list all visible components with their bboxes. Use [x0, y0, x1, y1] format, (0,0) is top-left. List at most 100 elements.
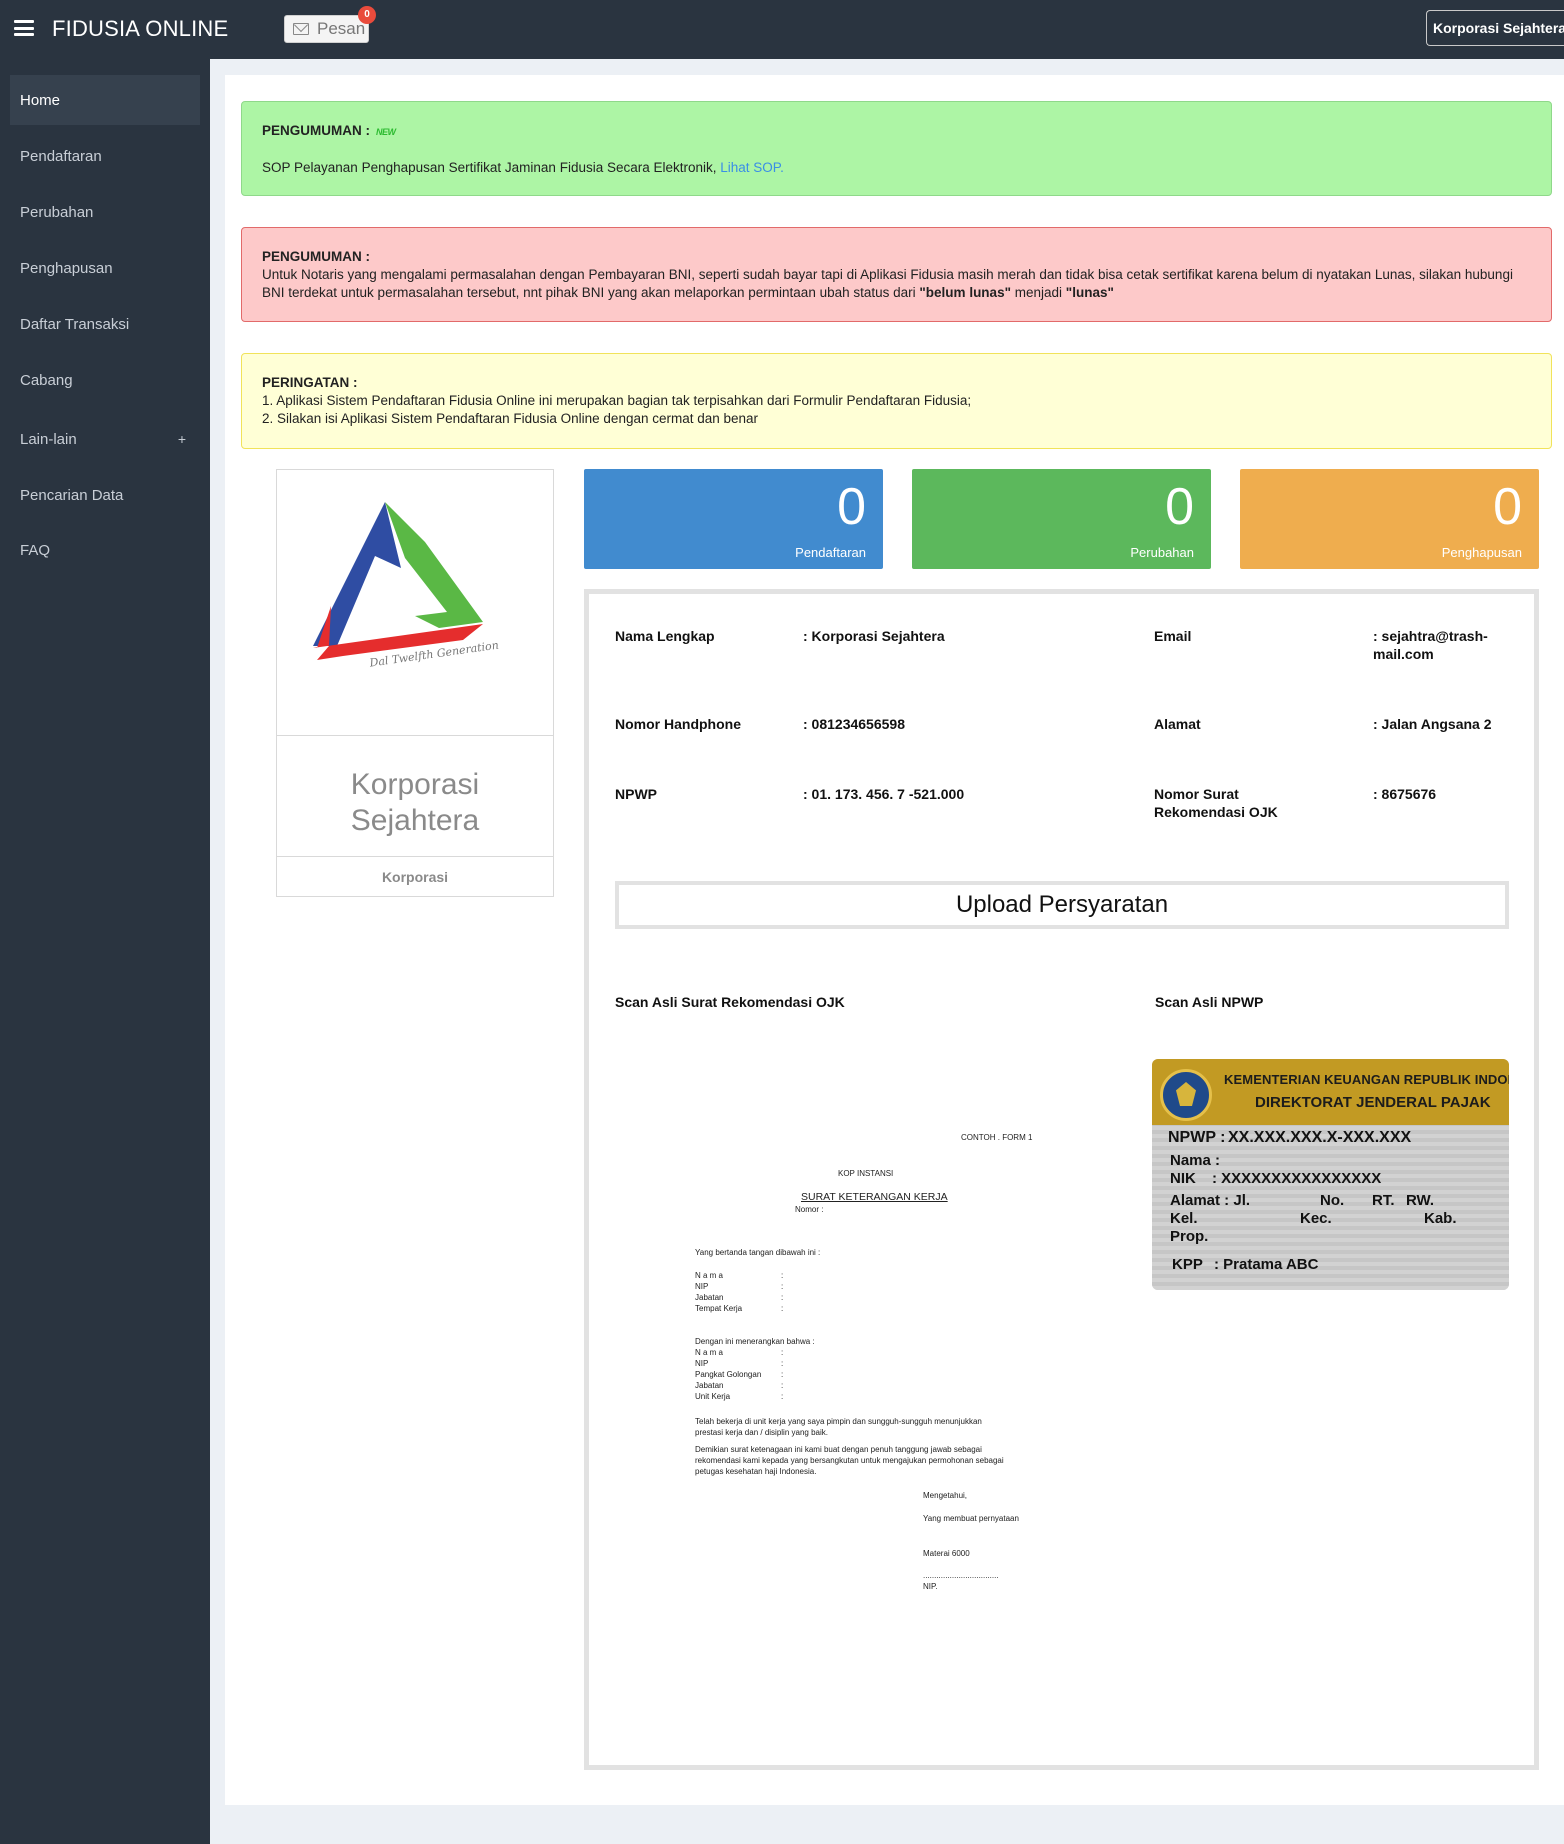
warning-line-2: 2. Silakan isi Aplikasi Sistem Pendaftar…	[262, 411, 759, 426]
announcement-text: SOP Pelayanan Penghapusan Sertifikat Jam…	[262, 160, 717, 175]
sidebar-item-daftar-transaksi[interactable]: Daftar Transaksi	[10, 299, 200, 349]
sidebar-item-pendaftaran[interactable]: Pendaftaran	[10, 131, 200, 181]
npwp-card-kec: Kec.	[1300, 1210, 1332, 1227]
doc-paragraph: prestasi kerja dan / disiplin yang baik.	[695, 1428, 828, 1437]
ojk-label: Nomor Surat Rekomendasi OJK	[1154, 785, 1278, 821]
doc-colon: :	[781, 1293, 784, 1302]
hamburger-menu-icon[interactable]	[14, 20, 34, 36]
doc-field: NIP	[695, 1359, 709, 1368]
npwp-card-kpp: : Pratama ABC	[1214, 1256, 1319, 1273]
warning-heading: PERINGATAN :	[262, 375, 358, 390]
doc-colon: :	[781, 1348, 784, 1357]
npwp-card-nik: : XXXXXXXXXXXXXXXX	[1212, 1170, 1382, 1187]
npwp-card-rw: RW.	[1406, 1192, 1435, 1209]
doc-signature: Materai 6000	[923, 1549, 970, 1558]
app-title[interactable]: FIDUSIA ONLINE	[52, 16, 228, 42]
new-badge-icon: NEW	[376, 127, 396, 137]
doc-colon: :	[781, 1359, 784, 1368]
pesan-badge: 0	[358, 6, 376, 24]
nama-label: Nama Lengkap	[615, 628, 715, 644]
doc-field: Pangkat Golongan	[695, 1370, 762, 1379]
pesan-button[interactable]: Pesan	[284, 15, 369, 43]
sidebar-item-label: Cabang	[20, 371, 73, 389]
doc-field: N a m a	[695, 1271, 724, 1280]
npwp-card-prop: Prop.	[1170, 1228, 1209, 1245]
announcement-sop: PENGUMUMAN : NEW SOP Pelayanan Penghapusa…	[241, 101, 1552, 196]
stat-value: 0	[1165, 478, 1194, 536]
scan-npwp-card[interactable]: KEMENTERIAN KEUANGAN REPUBLIK INDONESIA …	[1152, 1059, 1509, 1290]
stat-penghapusan[interactable]: 0 Penghapusan	[1240, 469, 1539, 569]
announcement-bold-text: "belum lunas"	[919, 285, 1011, 300]
profile-name: Korporasi Sejahtera	[277, 737, 553, 857]
sidebar-item-lain-lain[interactable]: Lain-lain +	[10, 414, 200, 464]
sidebar-item-pencarian-data[interactable]: Pencarian Data	[10, 470, 200, 520]
doc-signature: Yang membuat pernyataan	[923, 1514, 1019, 1523]
announcement-body: Untuk Notaris yang mengalami permasalaha…	[262, 266, 1531, 302]
announcement-text: menjadi	[1014, 285, 1063, 300]
email-value-line: mail.com	[1373, 646, 1434, 662]
npwp-card-header: KEMENTERIAN KEUANGAN REPUBLIK INDONESIA …	[1152, 1059, 1509, 1125]
npwp-card-no: No.	[1320, 1192, 1345, 1209]
stat-pendaftaran[interactable]: 0 Pendaftaran	[584, 469, 883, 569]
doc-colon: :	[781, 1282, 784, 1291]
company-logo: Dal Twelfth Generation	[277, 470, 553, 736]
alamat-value: : Jalan Angsana 2	[1373, 716, 1492, 732]
doc-colon: :	[781, 1271, 784, 1280]
stat-label: Penghapusan	[1441, 545, 1522, 560]
npwp-label: NPWP	[615, 786, 657, 802]
announcement-bni: PENGUMUMAN : Untuk Notaris yang mengalam…	[241, 227, 1552, 322]
garuda-emblem-icon	[1160, 1069, 1212, 1121]
user-menu-dropdown[interactable]: Korporasi Sejahtera	[1426, 10, 1564, 46]
doc-paragraph: petugas kesehatan haji Indonesia.	[695, 1467, 817, 1476]
doc-paragraph: rekomendasi kami kepada yang bersangkuta…	[695, 1456, 1004, 1465]
doc-field: Tempat Kerja	[695, 1304, 743, 1313]
npwp-ministry: KEMENTERIAN KEUANGAN REPUBLIK INDONESIA	[1224, 1072, 1509, 1087]
doc-colon: :	[781, 1381, 784, 1390]
npwp-card-kpp-label: KPP	[1172, 1256, 1203, 1273]
doc-colon: :	[781, 1304, 784, 1313]
npwp-card-nama: Nama :	[1170, 1152, 1221, 1169]
stat-label: Pendaftaran	[795, 545, 866, 560]
announcement-heading: PENGUMUMAN :	[262, 123, 370, 138]
sidebar-item-cabang[interactable]: Cabang	[10, 355, 200, 405]
email-value-line: : sejahtra@trash-	[1373, 628, 1488, 644]
doc-title: SURAT KETERANGAN KERJA	[801, 1191, 948, 1203]
stat-value: 0	[1493, 478, 1522, 536]
envelope-icon	[293, 23, 309, 35]
profile-card: Dal Twelfth Generation Korporasi Sejahte…	[276, 469, 554, 897]
announcement-text-row: SOP Pelayanan Penghapusan Sertifikat Jam…	[262, 159, 1531, 177]
account-info-box: Nama Lengkap : Korporasi Sejahtera Email…	[584, 589, 1539, 1770]
sidebar-item-label: Home	[20, 91, 61, 109]
expand-plus-icon: +	[177, 431, 186, 447]
sidebar-item-penghapusan[interactable]: Penghapusan	[10, 243, 200, 293]
doc-field: Jabatan	[695, 1293, 724, 1302]
profile-type: Korporasi	[381, 869, 449, 885]
sidebar-item-label: Pendaftaran	[20, 147, 102, 165]
lihat-sop-link[interactable]: Lihat SOP.	[720, 160, 784, 175]
email-value: : sejahtra@trash- mail.com	[1373, 627, 1488, 663]
profile-name-line: Korporasi	[350, 768, 480, 801]
stat-perubahan[interactable]: 0 Perubahan	[912, 469, 1211, 569]
sidebar-item-perubahan[interactable]: Perubahan	[10, 187, 200, 237]
ojk-label-line: Nomor Surat	[1154, 786, 1239, 802]
hp-label: Nomor Handphone	[615, 716, 741, 732]
npwp-card-nik-label: NIK	[1170, 1170, 1196, 1187]
doc-paragraph: Demikian surat ketenagaan ini kami buat …	[695, 1445, 982, 1454]
announcement-text: Untuk Notaris yang mengalami permasalaha…	[262, 267, 1513, 300]
sidebar-item-label: FAQ	[20, 541, 51, 559]
npwp-value: : 01. 173. 456. 7 -521.000	[803, 786, 965, 802]
npwp-card-number: XX.XXX.XXX.X-XXX.XXX	[1228, 1129, 1412, 1146]
npwp-directorate: DIREKTORAT JENDERAL PAJAK	[1255, 1094, 1491, 1111]
sidebar-item-home[interactable]: Home	[10, 75, 200, 125]
sidebar-item-faq[interactable]: FAQ	[10, 525, 200, 575]
announcement-bold-text: "lunas"	[1065, 285, 1114, 300]
upload-section-title: Upload Persyaratan	[615, 881, 1509, 929]
doc-field: N a m a	[695, 1348, 724, 1357]
sidebar-item-label: Lain-lain	[20, 430, 77, 448]
doc-signature: ..................................	[923, 1571, 999, 1580]
doc-paragraph: Telah bekerja di unit kerja yang saya pi…	[695, 1417, 982, 1426]
scan-ojk-document[interactable]: CONTOH . FORM 1 KOP INSTANSI SURAT KETER…	[669, 1114, 1039, 1634]
profile-name-line: Sejahtera	[350, 804, 480, 837]
pesan-label: Pesan	[317, 19, 366, 38]
npwp-card-kab: Kab.	[1424, 1210, 1457, 1227]
